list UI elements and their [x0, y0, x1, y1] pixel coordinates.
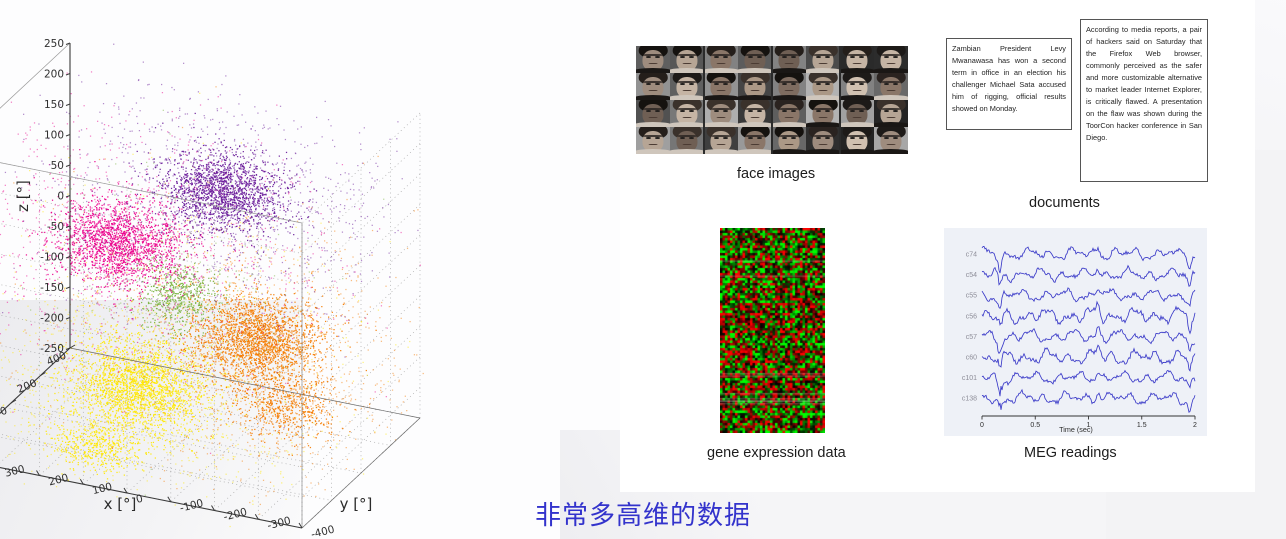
face-image: [772, 46, 806, 73]
caption-face-images: face images: [737, 166, 816, 182]
face-image: [806, 127, 840, 154]
face-image: [670, 73, 704, 100]
meg-channel-label: c55: [966, 293, 977, 300]
meg-trace: [981, 326, 1196, 355]
caption-documents: documents: [1029, 195, 1100, 211]
meg-trace: [981, 344, 1196, 372]
face-image: [670, 100, 704, 127]
face-image: [704, 127, 738, 154]
meg-channel-label: c57: [966, 334, 977, 341]
document-sample-1: Zambian President Levy Mwanawasa has won…: [946, 38, 1072, 130]
face-image: [806, 73, 840, 100]
face-image: [806, 100, 840, 127]
meg-channel-label: c138: [962, 396, 977, 403]
face-image: [806, 46, 840, 73]
face-image: [636, 100, 670, 127]
meg-trace: [981, 287, 1196, 310]
z-axis-title: z [°]: [14, 180, 32, 212]
face-image: [840, 127, 874, 154]
face-image: [704, 46, 738, 73]
meg-channel-label: c74: [966, 252, 977, 259]
meg-x-tick: 0.5: [1030, 422, 1040, 429]
meg-plot-box: c74 c54 c55 c56 c57 c60 c101 c138 0 0.5 1 1.5 2 Tim…: [944, 228, 1207, 436]
meg-channel-labels: c74 c54 c55 c56 c57 c60 c101 c138: [962, 252, 977, 403]
face-image: [738, 100, 772, 127]
meg-channel-label: c60: [966, 355, 977, 362]
face-image: [636, 46, 670, 73]
face-image: [772, 73, 806, 100]
face-image: [874, 127, 908, 154]
meg-x-tick: 0: [980, 422, 984, 429]
meg-traces: [981, 245, 1196, 413]
meg-trace: [981, 369, 1196, 397]
meg-channel-label: c56: [966, 313, 977, 320]
examples-card: face images Zambian President Levy Mwana…: [620, 0, 1255, 492]
face-image: [874, 46, 908, 73]
caption-meg-readings: MEG readings: [1024, 445, 1117, 461]
meg-x-axis-title: Time (sec): [1059, 425, 1093, 434]
face-image: [840, 46, 874, 73]
face-image: [874, 100, 908, 127]
scatter-3d-plot: 250 200 150 100 50 0 -50 -100 -150 -200 -250 400 200…: [0, 0, 620, 539]
meg-x-tick: 2: [1193, 422, 1197, 429]
meg-trace: [981, 245, 1196, 274]
meg-channel-label: c101: [962, 375, 977, 382]
face-grid-separator: [839, 46, 841, 154]
face-image: [704, 100, 738, 127]
chinese-slide-title: 非常多高维的数据: [534, 501, 751, 531]
meg-readings-block: c74 c54 c55 c56 c57 c60 c101 c138 0 0.5 1 1.5 2 Tim…: [944, 228, 1207, 436]
face-image: [636, 127, 670, 154]
face-grid-separator: [703, 46, 705, 154]
meg-plot-svg: c74c54c55c56c57c60c101c138 0 0.5 1 1.5 2 Tim…: [962, 245, 1197, 434]
face-image: [704, 73, 738, 100]
meg-channel-label: c54: [966, 272, 977, 279]
gene-expression-heatmap: [720, 228, 825, 433]
caption-gene-expression: gene expression data: [707, 445, 846, 461]
face-images-block: [636, 46, 908, 154]
face-image: [840, 73, 874, 100]
meg-trace: [981, 300, 1196, 335]
document-sample-2: According to media reports, a pair of ha…: [1080, 19, 1208, 182]
face-image: [738, 73, 772, 100]
face-image: [874, 73, 908, 100]
face-image: [670, 46, 704, 73]
face-image: [670, 127, 704, 154]
face-image: [738, 46, 772, 73]
face-grid-separator: [771, 46, 773, 154]
face-image: [840, 100, 874, 127]
face-image: [636, 73, 670, 100]
scatter-3d-svg: 250200150100500-50-100-150-200-250400200…: [0, 38, 424, 539]
face-image: [738, 127, 772, 154]
face-image: [772, 127, 806, 154]
face-image: [772, 100, 806, 127]
meg-trace: [981, 388, 1196, 413]
meg-x-tick: 1.5: [1137, 422, 1147, 429]
gene-expression-block: [720, 228, 825, 433]
meg-trace: [981, 264, 1196, 287]
